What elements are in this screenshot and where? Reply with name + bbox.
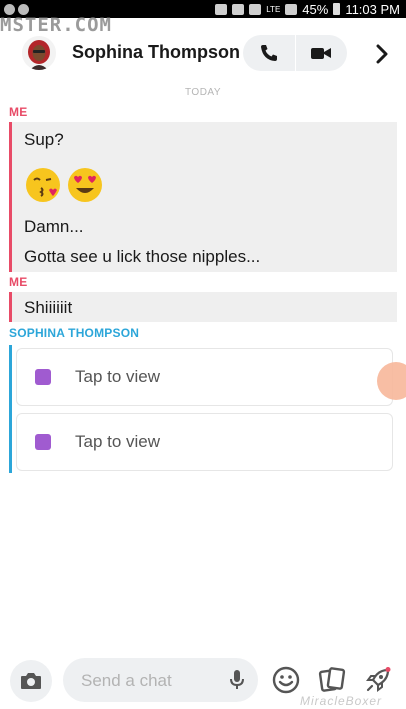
- phone-icon: [260, 45, 277, 61]
- sender-indicator-line: [9, 345, 12, 473]
- message-text[interactable]: Shiiiiiit: [24, 298, 72, 318]
- call-buttons: [243, 35, 347, 71]
- mic-button[interactable]: [226, 669, 248, 691]
- chat-input[interactable]: Send a chat: [63, 658, 258, 702]
- alarm-icon: [249, 3, 262, 15]
- watermark-bottom: MiracleBoxer: [300, 694, 383, 708]
- sender-label: ME: [9, 105, 28, 119]
- signal-icon: [285, 3, 298, 15]
- snap-message[interactable]: Tap to view: [16, 413, 393, 471]
- voice-call-button[interactable]: [243, 35, 295, 71]
- sender-label: SOPHINA THOMPSON: [9, 326, 140, 340]
- message-text[interactable]: Sup?: [24, 130, 64, 150]
- smiley-icon: [272, 666, 300, 694]
- mute-icon: [232, 3, 245, 15]
- forward-chevron-button[interactable]: [368, 40, 396, 68]
- clock: 11:03 PM: [345, 1, 400, 17]
- snap-icon: [35, 434, 51, 450]
- battery-percent: 45%: [302, 1, 329, 17]
- network-type: LTE: [266, 4, 281, 14]
- message-group: Shiiiiiit: [9, 292, 397, 322]
- video-call-button[interactable]: [295, 35, 347, 71]
- games-button[interactable]: [362, 664, 394, 696]
- camera-button[interactable]: [10, 660, 52, 702]
- snap-icon: [35, 369, 51, 385]
- chat-placeholder: Send a chat: [81, 671, 172, 690]
- video-camera-icon: [311, 48, 332, 59]
- battery-icon: [333, 3, 341, 15]
- stickers-button[interactable]: [316, 664, 348, 696]
- message-text[interactable]: Gotta see u lick those nipples...: [24, 247, 260, 267]
- chevron-right-icon: [376, 44, 388, 64]
- contact-name[interactable]: Sophina Thompson: [72, 42, 240, 63]
- message-group: Sup? Damn... Gotta see u lick those nipp…: [9, 122, 397, 272]
- avatar[interactable]: [22, 36, 56, 70]
- rocket-icon: [366, 667, 391, 692]
- notification-icon: [4, 3, 15, 15]
- sticker-cards-icon: [318, 667, 346, 692]
- date-separator: TODAY: [184, 87, 222, 98]
- bitmoji-icon: [22, 36, 56, 70]
- snap-label: Tap to view: [75, 367, 161, 386]
- sender-label: ME: [9, 275, 28, 289]
- notification-icons: [0, 3, 29, 15]
- snap-label: Tap to view: [75, 432, 161, 451]
- status-right: LTE 45% 11:03 PM: [215, 0, 400, 18]
- heart-eyes-emoji-icon: [68, 168, 102, 202]
- emoji-button[interactable]: [270, 664, 302, 696]
- camera-icon: [21, 673, 41, 689]
- snap-message[interactable]: Tap to view: [16, 348, 393, 406]
- cast-icon: [215, 3, 228, 15]
- emoji-message[interactable]: [24, 166, 104, 204]
- kiss-emoji-icon: [26, 168, 60, 202]
- microphone-icon: [230, 670, 244, 689]
- notification-icon: [18, 3, 29, 15]
- message-text[interactable]: Damn...: [24, 217, 84, 237]
- chat-header: Sophina Thompson: [0, 22, 406, 84]
